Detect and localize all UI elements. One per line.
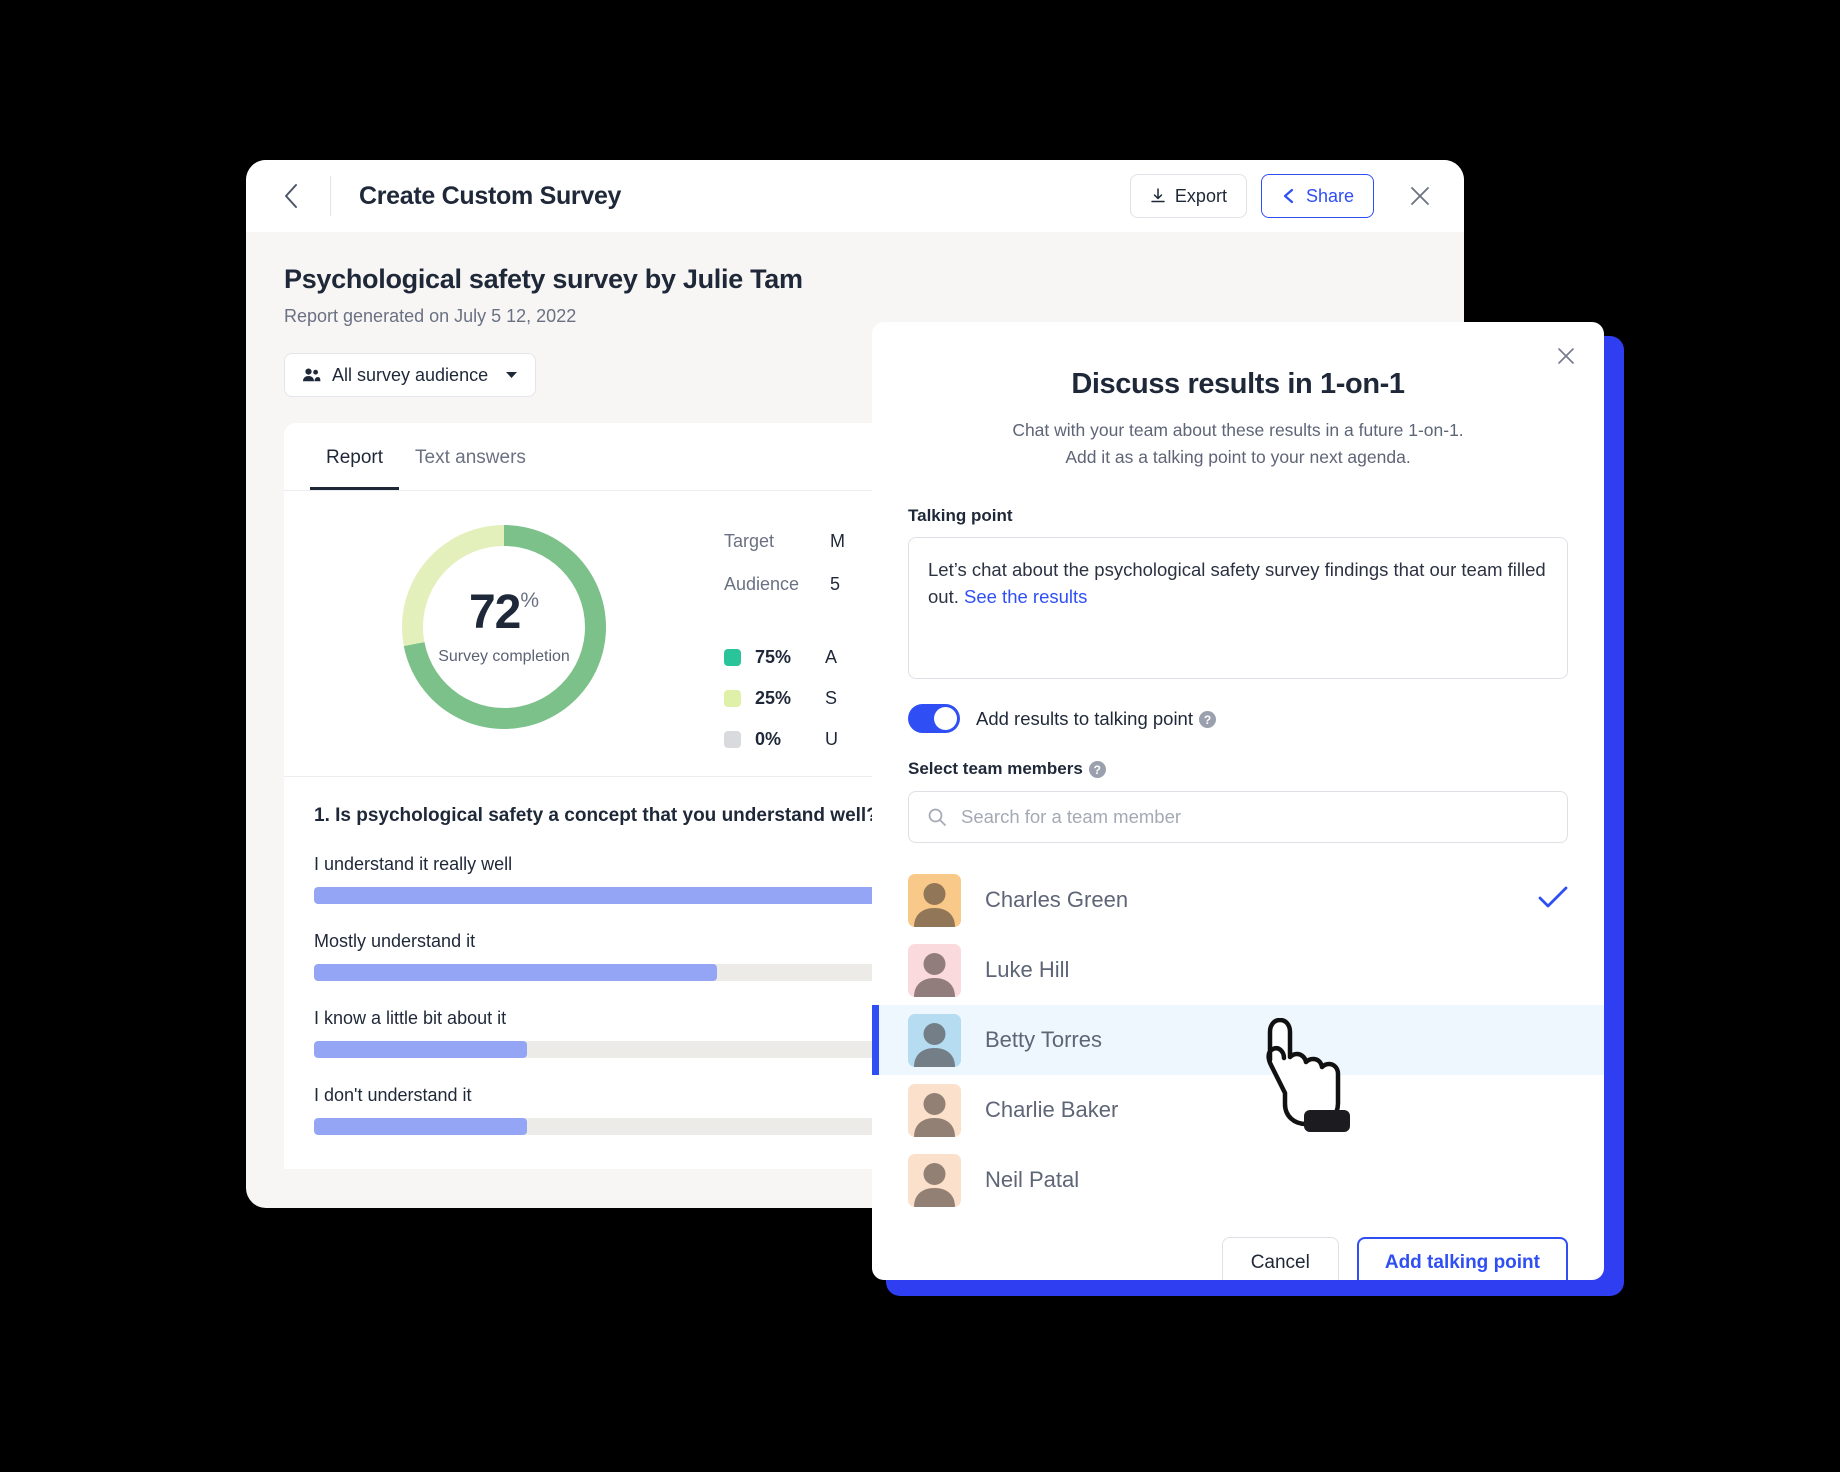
back-button[interactable]: [276, 181, 306, 211]
header-divider: [330, 176, 331, 216]
team-member-row[interactable]: Charlie Baker: [872, 1075, 1604, 1145]
avatar: [908, 1083, 961, 1137]
team-member-name: Betty Torres: [985, 1027, 1102, 1053]
team-member-row[interactable]: Neil Patal: [872, 1145, 1604, 1215]
audience-filter-label: All survey audience: [332, 364, 489, 385]
avatar: [908, 1013, 961, 1067]
team-members-list: Charles Green Luke Hill Betty Torres Charli…: [872, 865, 1604, 1215]
toggle-knob: [934, 707, 957, 731]
answer-bar-fill: [314, 1118, 527, 1135]
modal-subtitle-line1: Chat with your team about these results …: [1012, 420, 1464, 440]
donut-chart-wrap: 72 % Survey completion: [284, 525, 724, 750]
report-title: Psychological safety survey by Julie Tam: [284, 264, 803, 294]
survey-completion-donut: 72 % Survey completion: [402, 525, 606, 729]
chevron-left-icon: [285, 184, 297, 208]
team-member-name: Charlie Baker: [985, 1097, 1119, 1123]
donut-value: 72: [468, 585, 521, 639]
cancel-button[interactable]: Cancel: [1221, 1237, 1339, 1280]
share-icon: [1283, 188, 1294, 204]
add-results-toggle-label: Add results to talking point?: [976, 708, 1216, 730]
answer-bar-fill: [314, 964, 718, 981]
download-icon: [1151, 188, 1165, 203]
select-team-members-text: Select team members: [908, 759, 1083, 779]
donut-value-row: 72 %: [468, 585, 540, 639]
chart-legend: 75% A 25% S 0% U: [724, 647, 845, 750]
modal-subtitle: Chat with your team about these results …: [918, 417, 1558, 470]
legend-percent: 25%: [755, 688, 792, 708]
legend-percent: 75%: [755, 647, 792, 667]
donut-label: Survey completion: [438, 647, 570, 665]
modal-form: Talking point Let’s chat about the psych…: [872, 470, 1604, 844]
team-member-row[interactable]: Luke Hill: [872, 935, 1604, 1005]
legend-swatch: [724, 690, 741, 707]
people-icon: [303, 368, 321, 382]
stat-key: Target: [724, 531, 775, 551]
legend-item: 25% S: [724, 688, 845, 709]
modal-header: Discuss results in 1-on-1 Chat with your…: [872, 322, 1604, 470]
share-label: Share: [1305, 185, 1354, 206]
survey-stats: Target M Audience 5 75% A 25% S 0% U: [724, 525, 845, 750]
modal-subtitle-line2: Add it as a talking point to your next a…: [1065, 446, 1411, 467]
add-results-toggle-row: Add results to talking point?: [908, 704, 1568, 734]
stat-value: 5: [830, 574, 841, 594]
export-button[interactable]: Export: [1129, 174, 1247, 218]
tab-text-answers[interactable]: Text answers: [399, 423, 542, 490]
help-icon[interactable]: ?: [1199, 711, 1216, 729]
legend-swatch: [724, 649, 741, 666]
search-icon: [928, 808, 946, 827]
help-icon[interactable]: ?: [1088, 761, 1106, 779]
modal-footer: Cancel Add talking point: [872, 1215, 1604, 1280]
discuss-results-modal: Discuss results in 1-on-1 Chat with your…: [872, 322, 1604, 1280]
audience-filter-dropdown[interactable]: All survey audience: [284, 353, 537, 397]
team-member-name: Charles Green: [985, 887, 1129, 913]
talking-point-label: Talking point: [908, 506, 1013, 526]
add-results-toggle[interactable]: [908, 704, 960, 734]
legend-label: S: [825, 688, 838, 708]
modal-title: Discuss results in 1-on-1: [1071, 368, 1405, 400]
search-input[interactable]: [961, 806, 1549, 829]
header-actions: Export Share: [1129, 174, 1438, 218]
stat-value: M: [830, 531, 845, 551]
team-member-row[interactable]: Betty Torres: [872, 1005, 1604, 1076]
avatar: [908, 943, 961, 997]
modal-close-button[interactable]: [1550, 340, 1582, 372]
team-member-search[interactable]: [908, 791, 1568, 844]
talking-point-input[interactable]: Let’s chat about the psychological safet…: [908, 537, 1568, 680]
share-button[interactable]: Share: [1260, 174, 1374, 218]
toggle-label-text: Add results to talking point: [976, 707, 1193, 729]
answer-bar-fill: [314, 1041, 527, 1058]
see-the-results-link[interactable]: See the results: [964, 586, 1087, 607]
close-window-button[interactable]: [1402, 178, 1438, 214]
check-icon: [1538, 886, 1568, 915]
close-icon: [1411, 187, 1429, 205]
team-member-row[interactable]: Charles Green: [872, 865, 1604, 935]
legend-swatch: [724, 731, 741, 748]
donut-unit: %: [520, 588, 540, 612]
legend-item: 75% A: [724, 647, 845, 668]
donut-center: 72 % Survey completion: [423, 546, 585, 708]
export-label: Export: [1174, 185, 1227, 206]
select-team-members-label: Select team members?: [908, 759, 1568, 779]
team-member-name: Neil Patal: [985, 1167, 1080, 1193]
avatar: [908, 873, 961, 927]
stat-key: Audience: [724, 574, 800, 594]
close-icon: [1558, 348, 1574, 364]
tab-report[interactable]: Report: [310, 423, 400, 490]
screenshot-root: Create Custom Survey Export Share Psycho…: [0, 0, 1840, 1472]
legend-label: A: [825, 647, 838, 667]
team-member-name: Luke Hill: [985, 957, 1070, 983]
legend-label: U: [825, 729, 838, 749]
page-title: Create Custom Survey: [359, 181, 622, 210]
stat-row: Target M: [724, 531, 845, 552]
avatar: [908, 1153, 961, 1207]
legend-percent: 0%: [755, 729, 782, 749]
app-header: Create Custom Survey Export Share: [246, 160, 1464, 232]
stat-row: Audience 5: [724, 574, 845, 595]
legend-item: 0% U: [724, 729, 845, 750]
chevron-down-icon: [506, 372, 518, 378]
add-talking-point-button[interactable]: Add talking point: [1356, 1237, 1568, 1280]
